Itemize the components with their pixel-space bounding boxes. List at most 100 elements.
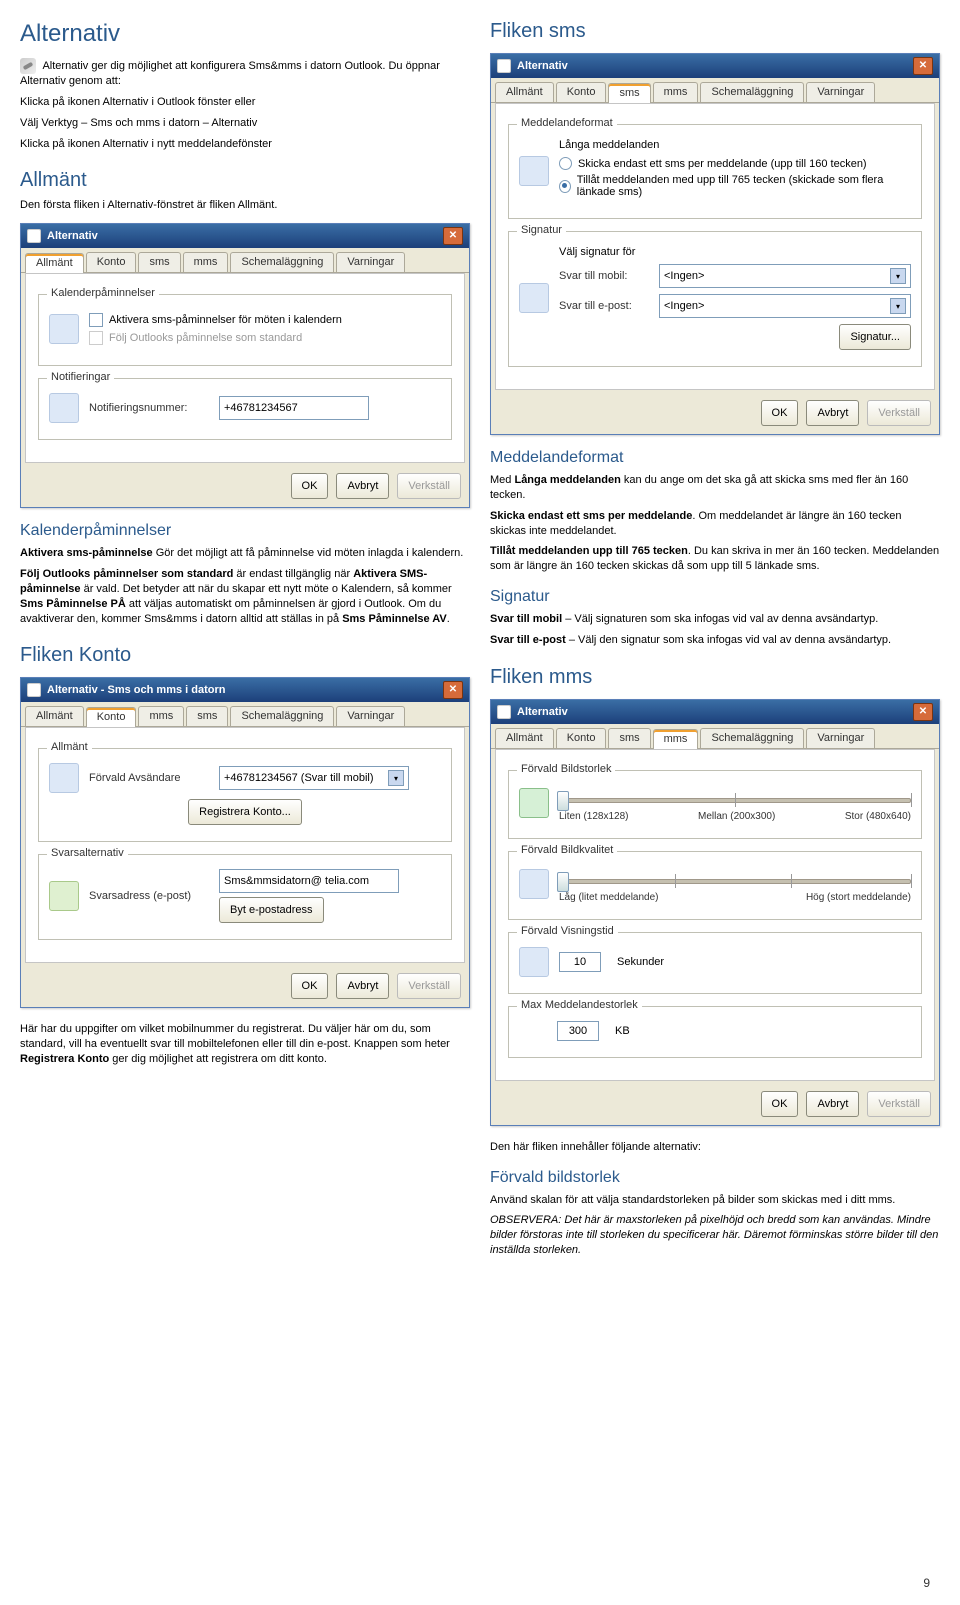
tab-mms[interactable]: mms	[653, 82, 699, 102]
heading-allmant: Allmänt	[20, 169, 470, 192]
cancel-button[interactable]: Avbryt	[336, 973, 389, 999]
radio-single[interactable]: Skicka endast ett sms per meddelande (up…	[559, 157, 911, 170]
tab-sms[interactable]: sms	[186, 706, 228, 726]
p-konto: Här har du uppgifter om vilket mobilnumm…	[20, 1022, 470, 1067]
titlebar[interactable]: Alternativ - Sms och mms i datorn ✕	[21, 678, 469, 702]
tab-mms[interactable]: mms	[653, 729, 699, 749]
apply-button[interactable]: Verkställ	[867, 1091, 931, 1117]
tab-konto[interactable]: Konto	[556, 82, 607, 102]
intro-4: Klicka på ikonen Alternativ i nytt medde…	[20, 137, 470, 152]
tab-allmant[interactable]: Allmänt	[495, 82, 554, 102]
kb-label: KB	[615, 1025, 630, 1037]
ok-button[interactable]: OK	[761, 400, 799, 426]
message-icon	[519, 156, 549, 186]
p-mms1: Den här fliken innehåller följande alter…	[490, 1140, 940, 1155]
svarsadress-input[interactable]: Sms&mmsidatorn@ telia.com	[219, 869, 399, 893]
long-msg-label: Långa meddelanden	[559, 139, 911, 151]
registrera-button[interactable]: Registrera Konto...	[188, 799, 302, 825]
sig-mobil-combo[interactable]: <Ingen>▾	[659, 264, 911, 288]
q-high: Hög (stort meddelande)	[806, 892, 911, 903]
apply-button[interactable]: Verkställ	[867, 400, 931, 426]
tabs: Allmänt Konto sms mms Schemaläggning Var…	[491, 724, 939, 749]
size-stor: Stor (480x640)	[845, 811, 911, 822]
checkbox-folj[interactable]: Följ Outlooks påminnelse som standard	[89, 331, 441, 345]
intro-3: Välj Verktyg – Sms och mms i datorn – Al…	[20, 116, 470, 131]
size-slider[interactable]	[559, 789, 911, 809]
signatur-button[interactable]: Signatur...	[839, 324, 911, 350]
tab-schema[interactable]: Schemaläggning	[230, 706, 334, 726]
notif-input[interactable]: +46781234567	[219, 396, 369, 420]
sig-epost-combo[interactable]: <Ingen>▾	[659, 294, 911, 318]
p-allmant: Den första fliken i Alternativ-fönstret …	[20, 198, 470, 213]
cancel-button[interactable]: Avbryt	[336, 473, 389, 499]
group-legend: Kalenderpåminnelser	[47, 287, 159, 299]
p-kal2: Följ Outlooks påminnelser som standard ä…	[20, 567, 470, 626]
tab-schema[interactable]: Schemaläggning	[230, 252, 334, 272]
dialog-konto: Alternativ - Sms och mms i datorn ✕ Allm…	[20, 677, 470, 1008]
tab-sms[interactable]: sms	[608, 728, 650, 748]
quality-slider[interactable]	[559, 870, 911, 890]
tab-konto[interactable]: Konto	[86, 707, 137, 727]
dialog-sms: Alternativ ✕ Allmänt Konto sms mms Schem…	[490, 53, 940, 435]
group-legend: Förvald Visningstid	[517, 925, 618, 937]
group-legend: Svarsalternativ	[47, 847, 128, 859]
tab-mms[interactable]: mms	[183, 252, 229, 272]
chevron-down-icon: ▾	[388, 770, 404, 786]
checkbox-aktivera[interactable]: Aktivera sms-påminnelser för möten i kal…	[89, 313, 441, 327]
tab-varningar[interactable]: Varningar	[336, 706, 405, 726]
close-icon[interactable]: ✕	[913, 57, 933, 75]
chevron-down-icon: ▾	[890, 298, 906, 314]
image-size-icon	[519, 788, 549, 818]
avsandare-label: Förvald Avsändare	[89, 772, 209, 784]
tab-allmant[interactable]: Allmänt	[25, 706, 84, 726]
tab-sms[interactable]: sms	[138, 252, 180, 272]
avsandare-combo[interactable]: +46781234567 (Svar till mobil)▾	[219, 766, 409, 790]
tab-mms[interactable]: mms	[138, 706, 184, 726]
tab-schema[interactable]: Schemaläggning	[700, 82, 804, 102]
tabs: Allmänt Konto sms mms Schemaläggning Var…	[21, 248, 469, 273]
group-legend: Signatur	[517, 224, 566, 236]
app-icon	[497, 705, 511, 719]
tab-schema[interactable]: Schemaläggning	[700, 728, 804, 748]
intro-2: Klicka på ikonen Alternativ i Outlook fö…	[20, 95, 470, 110]
calendar-icon	[49, 314, 79, 344]
titlebar[interactable]: Alternativ ✕	[21, 224, 469, 248]
group-legend: Meddelandeformat	[517, 117, 617, 129]
cancel-button[interactable]: Avbryt	[806, 1091, 859, 1117]
tab-allmant[interactable]: Allmänt	[495, 728, 554, 748]
tab-konto[interactable]: Konto	[556, 728, 607, 748]
title-text: Alternativ	[47, 230, 98, 242]
tab-konto[interactable]: Konto	[86, 252, 137, 272]
heading-meddelandeformat: Meddelandeformat	[490, 449, 940, 467]
sig-mobil-label: Svar till mobil:	[559, 270, 649, 282]
p-mf1: Med Långa meddelanden kan du ange om det…	[490, 473, 940, 503]
tab-varningar[interactable]: Varningar	[336, 252, 405, 272]
title-text: Alternativ	[517, 60, 568, 72]
cancel-button[interactable]: Avbryt	[806, 400, 859, 426]
ok-button[interactable]: OK	[291, 473, 329, 499]
apply-button[interactable]: Verkställ	[397, 973, 461, 999]
apply-button[interactable]: Verkställ	[397, 473, 461, 499]
byt-epost-button[interactable]: Byt e-postadress	[219, 897, 324, 923]
tab-varningar[interactable]: Varningar	[806, 728, 875, 748]
close-icon[interactable]: ✕	[913, 703, 933, 721]
quality-icon	[519, 869, 549, 899]
visningstid-input[interactable]: 10	[559, 952, 601, 972]
heading-kalender: Kalenderpåminnelser	[20, 522, 470, 540]
titlebar[interactable]: Alternativ ✕	[491, 700, 939, 724]
tab-sms[interactable]: sms	[608, 83, 650, 103]
close-icon[interactable]: ✕	[443, 227, 463, 245]
tab-allmant[interactable]: Allmänt	[25, 253, 84, 273]
close-icon[interactable]: ✕	[443, 681, 463, 699]
ok-button[interactable]: OK	[761, 1091, 799, 1117]
p-mf3: Tillåt meddelanden upp till 765 tecken. …	[490, 544, 940, 574]
group-legend: Allmänt	[47, 741, 92, 753]
ok-button[interactable]: OK	[291, 973, 329, 999]
app-icon	[27, 229, 41, 243]
tab-varningar[interactable]: Varningar	[806, 82, 875, 102]
titlebar[interactable]: Alternativ ✕	[491, 54, 939, 78]
group-legend: Notifieringar	[47, 371, 114, 383]
maxsize-input[interactable]: 300	[557, 1021, 599, 1041]
radio-multi[interactable]: Tillåt meddelanden med upp till 765 teck…	[559, 174, 911, 198]
group-legend: Förvald Bildstorlek	[517, 763, 615, 775]
